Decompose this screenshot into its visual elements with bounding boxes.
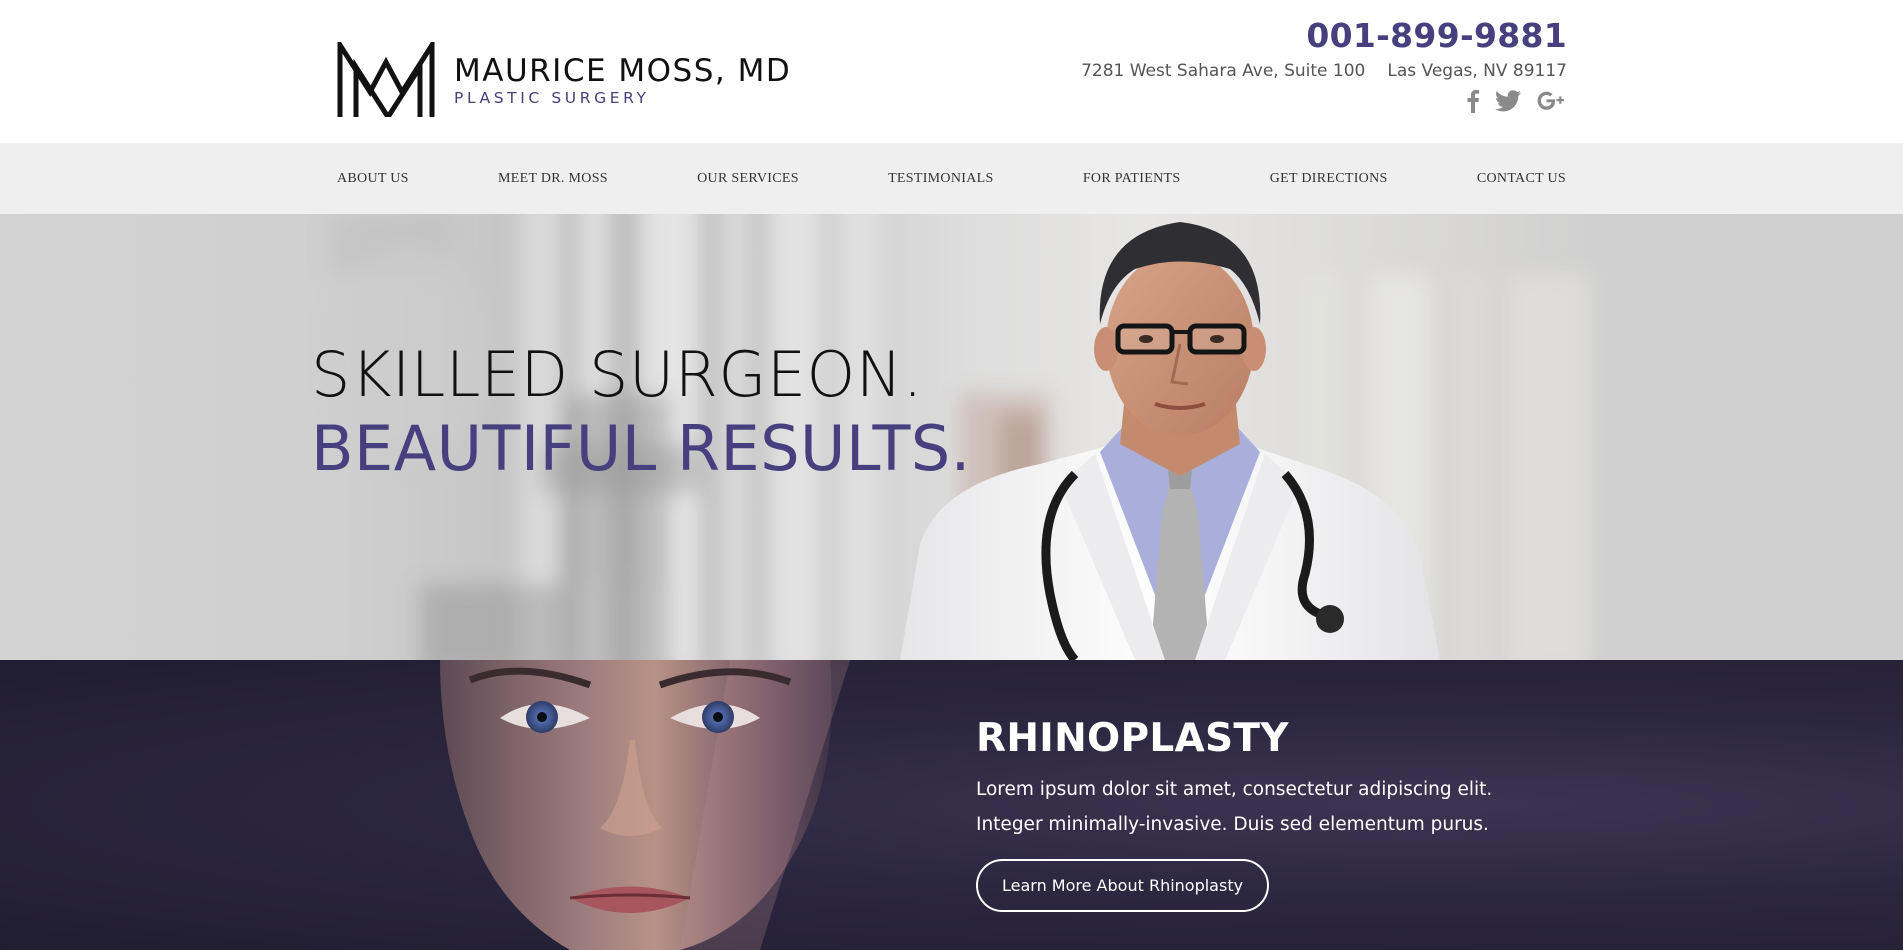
- hero-headline-line-1: SKILLED SURGEON.: [311, 338, 923, 411]
- address-street: 7281 West Sahara Ave, Suite 100: [1081, 60, 1366, 81]
- header-contact: 001-899-9881 7281 West Sahara Ave, Suite…: [1081, 17, 1567, 113]
- hero-headline-line-2: BEAUTIFUL RESULTS.: [311, 412, 971, 485]
- hero-banner: SKILLED SURGEON. BEAUTIFUL RESULTS.: [0, 214, 1903, 660]
- twitter-icon[interactable]: [1495, 90, 1521, 112]
- hero-headline: SKILLED SURGEON. BEAUTIFUL RESULTS.: [311, 338, 971, 486]
- doctor-portrait-image: [900, 222, 1440, 660]
- nav-item-contact-us[interactable]: CONTACT US: [1476, 171, 1567, 187]
- nav-item-get-directions[interactable]: GET DIRECTIONS: [1269, 171, 1389, 187]
- site-logo[interactable]: MAURICE MOSS, MD PLASTIC SURGERY: [336, 42, 791, 117]
- feature-description: Lorem ipsum dolor sit amet, consectetur …: [976, 778, 1493, 835]
- site-header: MAURICE MOSS, MD PLASTIC SURGERY 001-899…: [0, 0, 1903, 143]
- address-city: Las Vegas, NV 89117: [1387, 60, 1567, 81]
- feature-title: RHINOPLASTY: [976, 716, 1289, 761]
- logo-tagline: PLASTIC SURGERY: [454, 89, 650, 108]
- logo-name: MAURICE MOSS, MD: [454, 53, 792, 90]
- monogram-logo-icon: [337, 42, 435, 117]
- social-links: [1081, 89, 1567, 113]
- phone-number[interactable]: 001-899-9881: [1081, 17, 1567, 55]
- rhinoplasty-feature: RHINOPLASTY Lorem ipsum dolor sit amet, …: [0, 660, 1903, 950]
- facebook-icon[interactable]: [1467, 89, 1479, 113]
- woman-face-image: [440, 660, 850, 950]
- main-navigation: ABOUT US MEET DR. MOSS OUR SERVICES TEST…: [0, 143, 1903, 214]
- nav-item-meet-dr-moss[interactable]: MEET DR. MOSS: [497, 171, 609, 187]
- nav-item-our-services[interactable]: OUR SERVICES: [696, 171, 800, 187]
- feature-content: RHINOPLASTY Lorem ipsum dolor sit amet, …: [976, 716, 1536, 912]
- google-plus-icon[interactable]: [1537, 90, 1567, 112]
- nav-item-about-us[interactable]: ABOUT US: [336, 171, 410, 187]
- learn-more-rhinoplasty-button[interactable]: Learn More About Rhinoplasty: [976, 858, 1270, 912]
- nav-item-testimonials[interactable]: TESTIMONIALS: [887, 171, 994, 187]
- address: 7281 West Sahara Ave, Suite 100 Las Vegas…: [1081, 61, 1567, 81]
- nav-item-for-patients[interactable]: FOR PATIENTS: [1082, 171, 1182, 187]
